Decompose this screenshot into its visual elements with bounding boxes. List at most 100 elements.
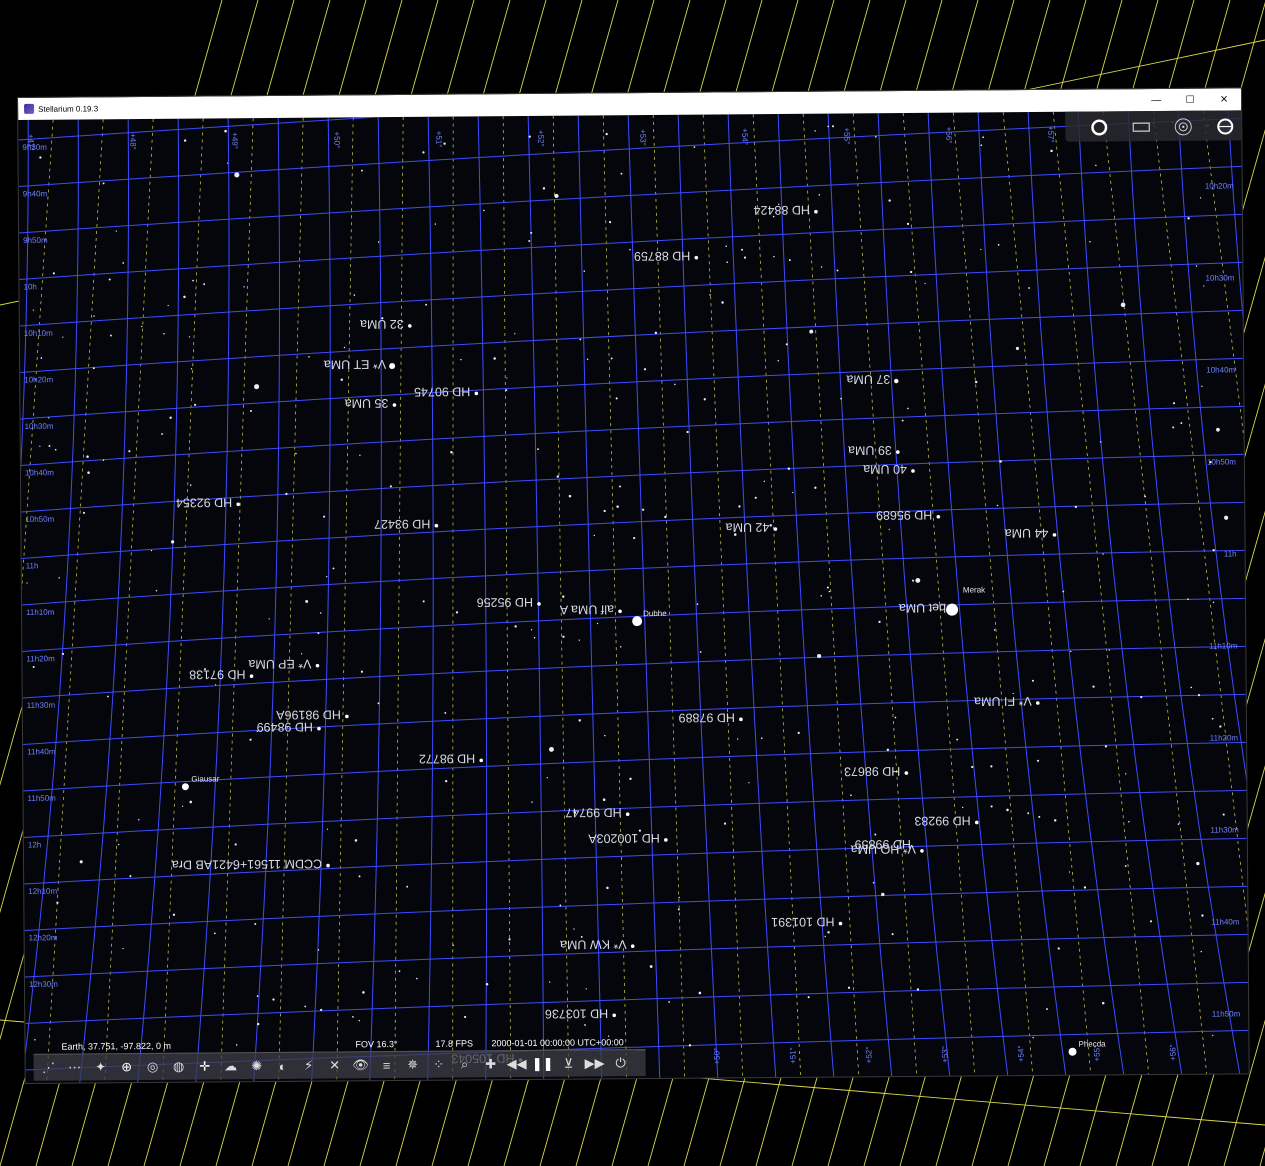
star-object[interactable]: alf UMa A bbox=[559, 602, 622, 617]
yellow-dec-line bbox=[220, 118, 254, 1082]
star-object[interactable]: HD 88759 bbox=[634, 249, 699, 264]
star-object[interactable]: HD 100203A bbox=[588, 831, 668, 846]
background-star bbox=[169, 416, 172, 419]
star-object[interactable]: HD 90745 bbox=[414, 384, 479, 399]
star-object[interactable]: bet UMa bbox=[899, 601, 959, 616]
background-star bbox=[92, 367, 95, 370]
star-object[interactable]: HD 93427 bbox=[374, 517, 439, 532]
background-star bbox=[508, 938, 511, 941]
background-star bbox=[1027, 812, 1030, 815]
background-star bbox=[422, 151, 425, 154]
background-star bbox=[452, 944, 454, 947]
star-label: HD 99747 bbox=[565, 805, 621, 819]
yellow-dec-line bbox=[162, 118, 204, 1082]
star-label: Phecda bbox=[1078, 1039, 1106, 1048]
cardinal-points-icon[interactable]: ✛ bbox=[196, 1056, 214, 1076]
dec-grid-line bbox=[369, 117, 382, 1081]
close-button[interactable]: ✕ bbox=[1207, 88, 1241, 110]
dec-label-top: +56° bbox=[944, 127, 953, 144]
planets-icon[interactable]: ◐ bbox=[274, 1056, 292, 1076]
star-object[interactable]: HD 99859 bbox=[855, 837, 911, 851]
forward-icon[interactable]: ▶▶ bbox=[585, 1053, 605, 1073]
star-object[interactable]: V* EP UMa bbox=[248, 657, 320, 672]
meteor-icon[interactable]: ≡ bbox=[378, 1055, 396, 1075]
exoplanets-icon[interactable]: ✵ bbox=[404, 1055, 422, 1075]
star-object[interactable]: HD 98673 bbox=[844, 764, 909, 779]
atmosphere-icon[interactable]: ☁ bbox=[222, 1056, 240, 1076]
star-object[interactable]: V* KW UMa bbox=[560, 937, 635, 952]
quit-icon[interactable]: ⏻ bbox=[612, 1053, 630, 1073]
background-star bbox=[840, 397, 842, 400]
star-object[interactable]: 42 UMa bbox=[726, 520, 778, 534]
background-star bbox=[696, 603, 699, 605]
star-object[interactable]: Dubhe bbox=[632, 609, 667, 627]
star-object[interactable]: 37 UMa bbox=[846, 372, 899, 386]
azimuthal-grid-icon[interactable]: ◎ bbox=[144, 1057, 162, 1077]
target-icon[interactable] bbox=[1173, 117, 1193, 137]
satellites-icon[interactable]: ⚡ bbox=[300, 1056, 318, 1076]
star-object[interactable]: 40 UMa bbox=[863, 462, 915, 476]
star-object[interactable]: HD 103736 bbox=[545, 1006, 617, 1021]
star-object[interactable]: HD 97138 bbox=[189, 667, 254, 682]
rewind-icon[interactable]: ◀◀ bbox=[507, 1054, 527, 1074]
star-object[interactable]: HD 88424 bbox=[754, 203, 818, 218]
dec-grid-line bbox=[427, 116, 434, 1080]
constellation-art-icon[interactable]: ✦ bbox=[92, 1057, 110, 1077]
star-object[interactable]: 32 UMa bbox=[360, 317, 412, 331]
background-star bbox=[1089, 241, 1091, 243]
compass-icon[interactable] bbox=[1215, 116, 1235, 136]
play-icon[interactable]: ❚❚ bbox=[532, 1054, 554, 1074]
background-star bbox=[578, 639, 580, 641]
star-object[interactable]: HD 98772 bbox=[419, 751, 484, 766]
background-star bbox=[703, 398, 706, 401]
sky-view[interactable]: 9h30m9h40m9h50m10h10h10m10h20m10h30m10h4… bbox=[18, 110, 1249, 1083]
background-star bbox=[1128, 821, 1130, 823]
constellation-lines-icon[interactable]: ⋰ bbox=[40, 1058, 58, 1078]
fullscreen-disk-icon[interactable] bbox=[1089, 117, 1109, 137]
frame-rectangle-icon[interactable] bbox=[1131, 117, 1151, 137]
dec-grid-line bbox=[1077, 111, 1183, 1074]
equatorial-grid-icon[interactable]: ⊕ bbox=[118, 1057, 136, 1077]
star-object[interactable]: CCDM 11561+6421AB Dra bbox=[172, 857, 330, 872]
maximize-button[interactable]: ☐ bbox=[1173, 89, 1207, 111]
constellation-labels-icon[interactable]: ⋯ bbox=[66, 1058, 84, 1078]
background-star bbox=[817, 653, 822, 659]
star-object[interactable]: HD 95256 bbox=[477, 595, 541, 610]
nebulae-icon[interactable]: ✺ bbox=[248, 1056, 266, 1076]
dec-label-bottom: +56° bbox=[1168, 1044, 1177, 1061]
dec-label-top: +51° bbox=[434, 131, 443, 148]
star-object[interactable]: HD 97889 bbox=[679, 710, 743, 725]
dec-grid-line bbox=[195, 118, 230, 1082]
labeled-stars[interactable]: HD 88424 HD 88759 32 UMa V* ET UMa HD 90745 3… bbox=[87, 201, 1106, 1083]
settings-icon[interactable]: ✚ bbox=[482, 1054, 500, 1074]
star-object[interactable]: 39 UMa bbox=[848, 443, 900, 457]
background-star bbox=[54, 448, 57, 451]
background-star bbox=[1203, 285, 1205, 287]
stellarium-window[interactable]: Stellarium 0.19.3 — ☐ ✕ 9h30m 9h40m 9h50m 1… bbox=[17, 87, 1250, 1084]
search-icon[interactable]: ⌕ bbox=[456, 1054, 474, 1074]
now-icon[interactable]: ⊻ bbox=[560, 1054, 578, 1074]
star-object[interactable]: HD 92354 bbox=[176, 495, 241, 510]
datetime-readout[interactable]: 2000-01-01 00:00:00 UTC+00:00 bbox=[491, 1037, 623, 1048]
star-object[interactable]: 44 UMa bbox=[1005, 526, 1057, 540]
night-mode-icon[interactable]: 👁 bbox=[352, 1055, 370, 1075]
star-object[interactable]: HD 101391 bbox=[771, 915, 843, 930]
star-object[interactable]: 35 UMa bbox=[345, 396, 397, 410]
equatorial-mount-icon[interactable]: ✕ bbox=[326, 1055, 344, 1075]
star-object[interactable]: Giausar bbox=[181, 774, 220, 791]
ground-icon[interactable]: ◍ bbox=[170, 1057, 188, 1077]
star-object[interactable]: Merak bbox=[963, 585, 986, 594]
background-star bbox=[1028, 287, 1031, 289]
star-object[interactable]: HD 99747 bbox=[565, 805, 630, 820]
ra-grid-line bbox=[25, 981, 1249, 1024]
star-dot bbox=[1035, 701, 1040, 705]
background-star bbox=[881, 892, 885, 897]
minimize-button[interactable]: — bbox=[1139, 89, 1173, 111]
star-object[interactable]: κ Dra bbox=[94, 1082, 122, 1083]
star-object[interactable]: HD 95689 bbox=[876, 508, 941, 523]
comets-icon[interactable]: ⁘ bbox=[430, 1055, 448, 1075]
star-object[interactable]: HD 99283 bbox=[914, 813, 979, 828]
star-object[interactable]: V* ET UMa bbox=[324, 357, 396, 372]
star-object[interactable]: HD 98499 bbox=[257, 720, 321, 735]
star-object[interactable]: V* FI UMa bbox=[974, 694, 1040, 709]
